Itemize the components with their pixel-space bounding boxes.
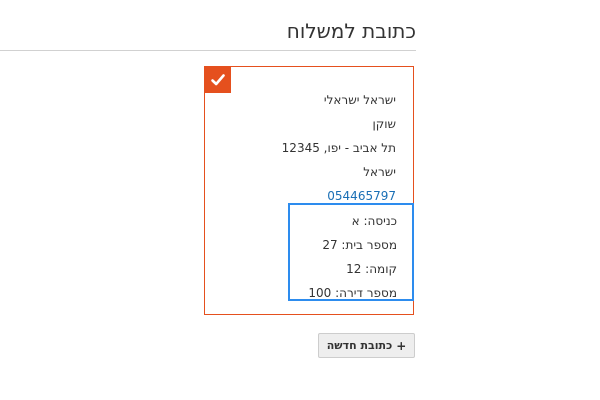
apartment-number-line: מספר דירה: 100 [308,286,397,300]
additional-address-lines: כניסה: א מספר בית: 27 קומה: 12 מספר דירה… [308,209,397,305]
country-line: ישראל [363,165,396,179]
floor-line: קומה: 12 [346,262,397,276]
checkmark-icon [210,73,225,85]
recipient-name: ישראל ישראלי [323,93,396,107]
additional-address-info-box: כניסה: א מספר בית: 27 קומה: 12 מספר דירה… [288,203,414,301]
selected-check-badge [204,66,231,93]
selected-address-card[interactable]: ישראל ישראלי שוקן תל אביב - יפו, 12345 י… [204,66,414,315]
title-divider [0,50,416,51]
page-title: כתובת למשלוח [286,19,416,43]
city-zip-line: תל אביב - יפו, 12345 [281,141,396,155]
new-address-button[interactable]: + כתובת חדשה [318,333,415,358]
phone-link[interactable]: 054465797 [327,189,396,203]
street-line: שוקן [372,117,396,131]
entrance-line: כניסה: א [351,214,397,228]
shipping-address-page: כתובת למשלוח ישראל ישראלי שוקן תל אביב -… [0,0,600,400]
address-details: ישראל ישראלי שוקן תל אביב - יפו, 12345 י… [282,88,396,208]
plus-icon: + [396,338,407,353]
new-address-button-label: כתובת חדשה [326,339,393,352]
house-number-line: מספר בית: 27 [322,238,397,252]
